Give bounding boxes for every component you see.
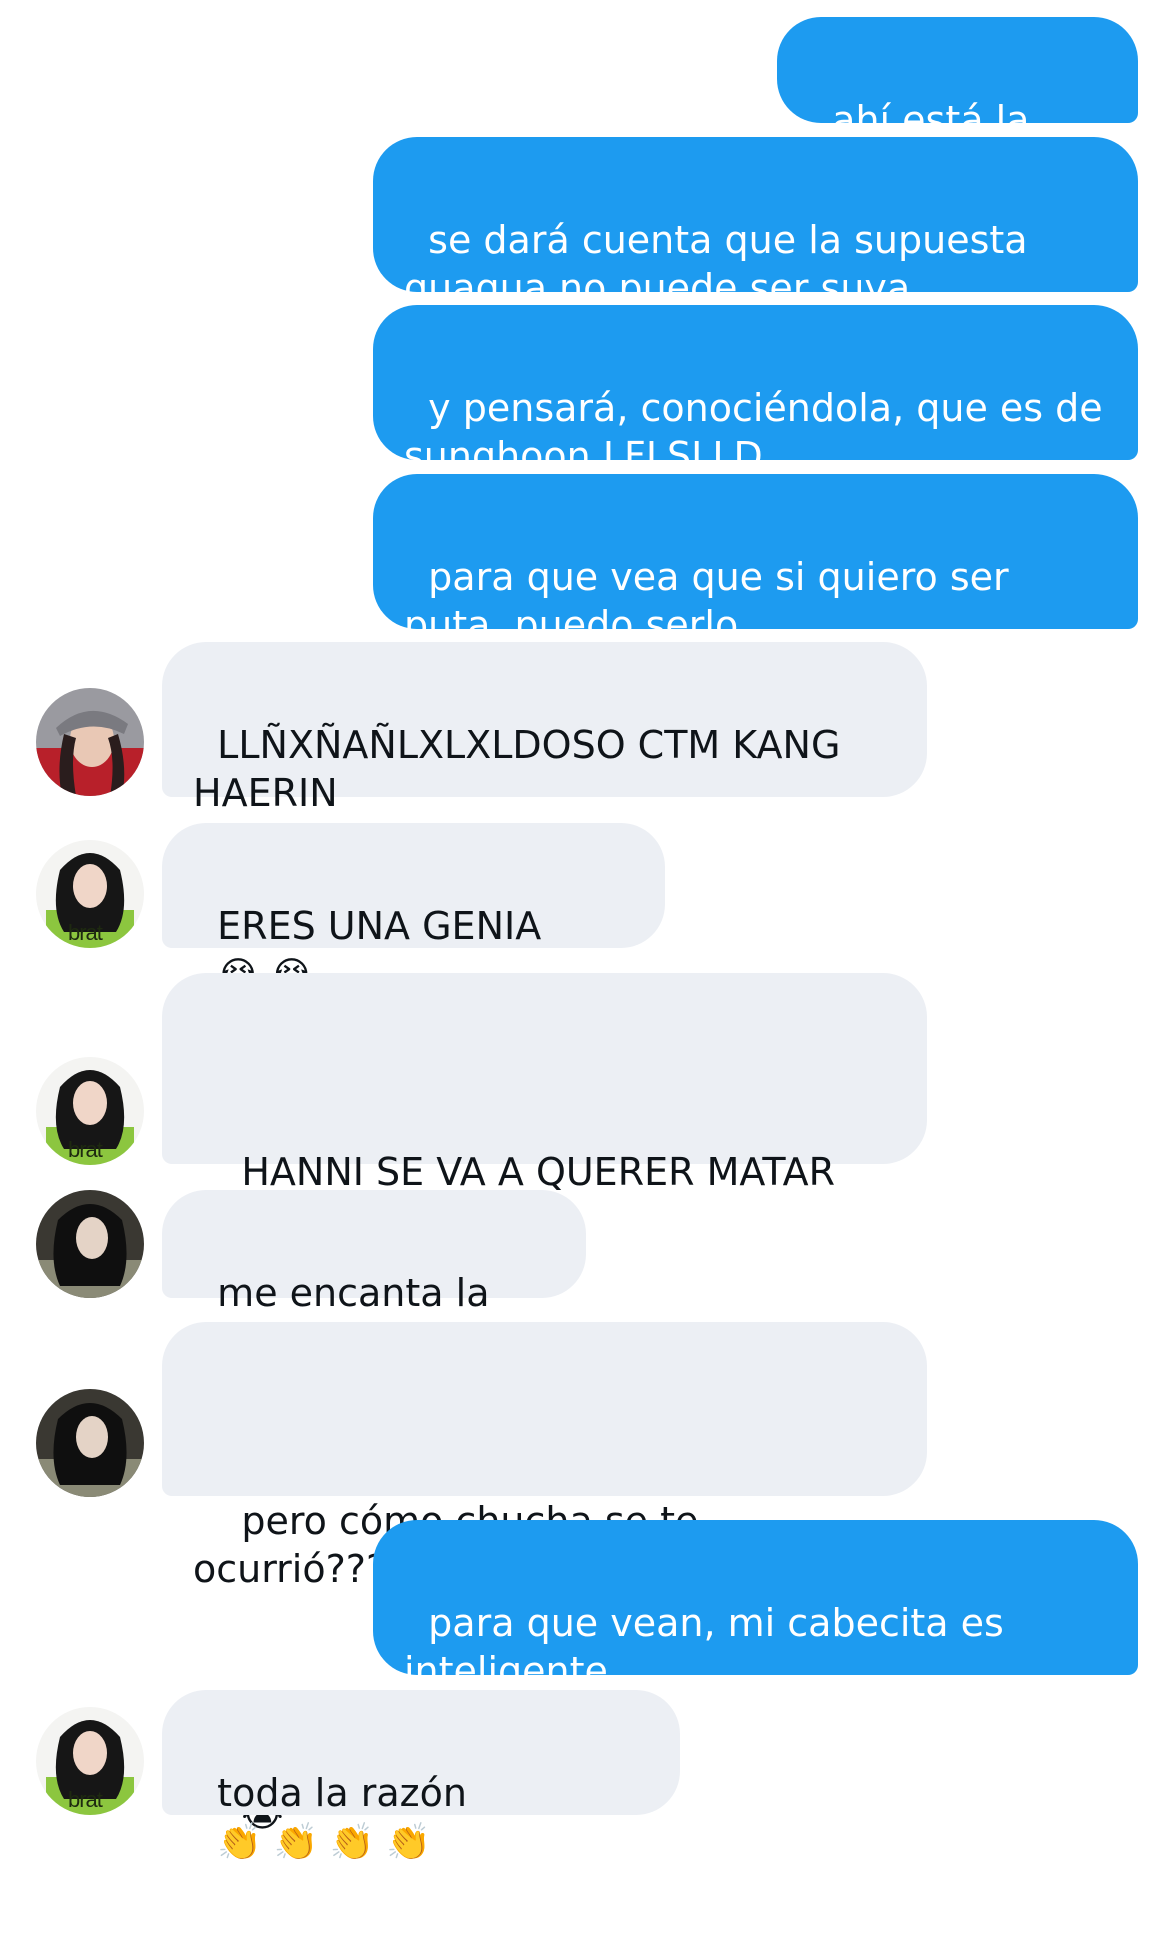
message-bubble-received[interactable]: ERES UNA GENIA 😭 😭: [162, 823, 665, 996]
message-bubble-sent[interactable]: para que vean, mi cabecita es inteligent…: [373, 1520, 1138, 1693]
message-bubble-sent[interactable]: ahí está la cosa: [777, 17, 1138, 190]
message-text: para que vea que si quiero ser puta, pue…: [404, 555, 1021, 647]
message-bubble-received[interactable]: HANNI SE VA A QUERER MATAR 😭 😭 😭 😭: [162, 973, 927, 1502]
message-text: y pensará, conociéndola, que es de sungh…: [404, 386, 1115, 478]
message-bubble-received[interactable]: LLÑXÑAÑLXLXLDOSO CTM KANG HAERIN: [162, 642, 927, 815]
avatar-brat-girl[interactable]: brat: [36, 1057, 144, 1165]
message-bubble-received[interactable]: me encanta la idea: [162, 1190, 586, 1363]
avatar-photo: [36, 1389, 144, 1497]
message-bubble-sent[interactable]: y pensará, conociéndola, que es de sungh…: [373, 305, 1138, 478]
message-text: LLÑXÑAÑLXLXLDOSO CTM KANG HAERIN: [193, 723, 853, 815]
avatar-cap-girl[interactable]: [36, 688, 144, 796]
clapping-emoji: 👏 👏 👏 👏: [217, 1822, 431, 1863]
message-bubble-received[interactable]: pero cómo chucha se te ocurrió???? 😭: [162, 1322, 927, 1835]
message-bubble-sent[interactable]: para que vea que si quiero ser puta, pue…: [373, 474, 1138, 647]
message-bubble-sent[interactable]: se dará cuenta que la supuesta guagua no…: [373, 137, 1138, 310]
avatar-brat-girl[interactable]: brat: [36, 1707, 144, 1815]
brat-label: brat: [68, 1787, 103, 1812]
avatar-photo: [36, 1190, 144, 1298]
avatar-photo: [36, 688, 144, 796]
avatar-dark-girl[interactable]: [36, 1190, 144, 1298]
brat-label: brat: [68, 1137, 103, 1162]
message-text: ERES UNA GENIA: [217, 904, 542, 948]
message-text: toda la razón: [217, 1771, 467, 1815]
message-text: se dará cuenta que la supuesta guagua no…: [404, 218, 1040, 310]
avatar-brat-girl[interactable]: brat: [36, 840, 144, 948]
message-bubble-received[interactable]: toda la razón 👏 👏 👏 👏: [162, 1690, 680, 1863]
avatar-dark-girl[interactable]: [36, 1389, 144, 1497]
brat-label: brat: [68, 920, 103, 945]
message-text: HANNI SE VA A QUERER MATAR: [241, 1150, 836, 1194]
